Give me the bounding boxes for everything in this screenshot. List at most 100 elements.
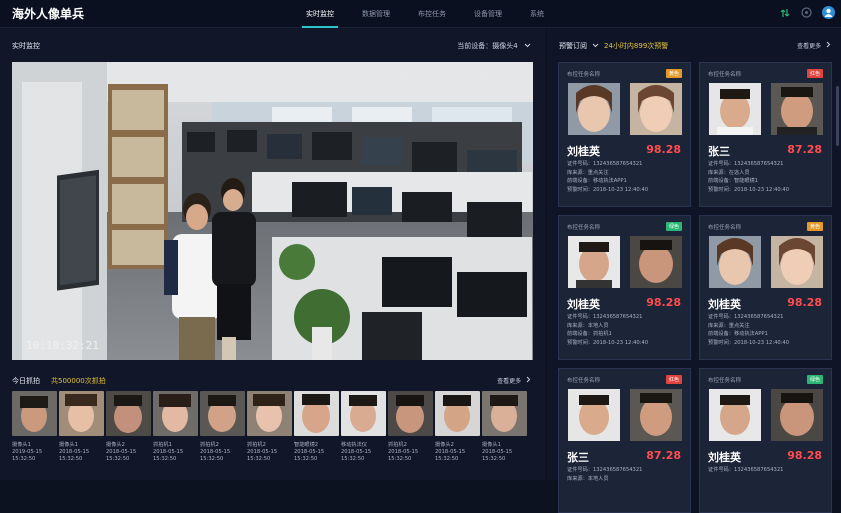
captured-face-photo [568,236,620,288]
alert-details: 证件号码：132436587654321 库来源：在逃人员 前端设备：智能眼镜1 预警… [708,161,790,193]
captures-title: 今日抓拍 [12,377,40,385]
person-name: 刘桂英 [708,451,741,464]
person-name: 刘桂英 [567,145,600,158]
capture-label: 智能眼镜2 2018-05-15 15:32:50 [294,442,325,462]
notification-icon[interactable] [800,6,813,19]
signal-icon[interactable] [778,6,791,19]
capture-thumbnail[interactable] [294,391,339,436]
reference-face-photo [771,389,823,441]
reference-face-photo [630,83,682,135]
captured-face-photo [568,389,620,441]
captures-strip [12,391,533,436]
alerts-see-more[interactable]: 查看更多 [797,41,831,50]
capture-label: 抓拍机1 2018-05-15 15:32:50 [153,442,184,462]
nav-item-data[interactable]: 数据管理 [348,0,404,28]
alerts-scrollbar[interactable] [836,86,839,146]
match-score: 98.28 [646,143,681,156]
live-video-feed[interactable]: 2018-05-15 10:16:52 10:10:32:21 [12,62,533,360]
alert-task-name: 布控任务名称 [708,225,742,231]
video-timestamp-top: 2018-05-15 10:16:52 [377,68,515,82]
alert-task-name: 布控任务名称 [567,225,601,231]
alerts-panel: 预警订阅 24小时内899次预警 查看更多 布控任务名称 黄色 刘桂英 98.2… [547,28,841,513]
alert-card[interactable]: 布控任务名称 绿色 刘桂英 98.28 证件号码：132436587654321 [699,368,832,513]
chevron-down-icon [592,43,599,48]
alert-task-name: 布控任务名称 [708,72,742,78]
app-title: 海外人像单兵 [12,7,85,21]
capture-label: 摄像头1 2019-05-15 15:32:50 [12,442,43,462]
alert-details: 证件号码：132436587654321 库来源：本地人员 [567,467,643,482]
capture-thumbnail[interactable] [435,391,480,436]
reference-face-photo [771,236,823,288]
video-timestamp-bottom: 10:10:32:21 [26,339,99,352]
alerts-title: 预警订阅 [559,42,587,50]
capture-thumbnail[interactable] [247,391,292,436]
chevron-down-icon [524,43,531,48]
main-nav: 实时监控 数据管理 布控任务 设备管理 系统 [292,0,558,28]
alert-details: 证件号码：132436587654321 [708,467,784,473]
capture-thumbnail[interactable] [388,391,433,436]
chevron-right-icon [826,41,831,48]
reference-face-photo [630,389,682,441]
capture-label: 抓拍机2 2018-05-15 15:32:50 [247,442,278,462]
person-name: 张三 [567,451,589,464]
captured-face-photo [709,236,761,288]
match-score: 87.28 [646,449,681,462]
person-name: 刘桂英 [567,298,600,311]
alert-card[interactable]: 布控任务名称 红色 张三 87.28 证件号码：132436587654321 库… [558,368,691,513]
capture-label: 摄像头2 2018-05-15 15:32:50 [106,442,137,462]
alert-card[interactable]: 布控任务名称 绿色 刘桂英 98.28 证件号码：132436587654321… [558,215,691,360]
alerts-subscription-dropdown[interactable]: 预警订阅 [559,41,599,51]
device-selector[interactable]: 当前设备：摄像头4 [457,41,531,51]
alert-level-badge: 黄色 [665,69,682,78]
top-icons [778,6,835,19]
match-score: 98.28 [787,449,822,462]
capture-label: 抓拍机2 2018-05-15 15:32:50 [200,442,231,462]
capture-thumbnail[interactable] [59,391,104,436]
capture-label: 摄像头1 2018-05-15 15:32:50 [59,442,90,462]
alert-card[interactable]: 布控任务名称 黄色 刘桂英 98.28 证件号码：132436587654321… [699,215,832,360]
captures-see-more-label: 查看更多 [497,378,522,385]
captures-count: 共500000次抓拍 [51,377,106,385]
captured-face-photo [709,389,761,441]
alert-details: 证件号码：132436587654321 库来源：本地人员 前端设备：抓拍机1 预警时… [567,314,649,346]
nav-item-system[interactable]: 系统 [516,0,558,28]
alert-task-name: 布控任务名称 [708,378,742,384]
person-name: 张三 [708,145,730,158]
captures-see-more[interactable]: 查看更多 [497,376,531,385]
reference-face-photo [771,83,823,135]
alert-task-name: 布控任务名称 [567,72,601,78]
alerts-see-more-label: 查看更多 [797,43,822,50]
nav-item-devices[interactable]: 设备管理 [460,0,516,28]
alert-level-badge: 红色 [665,375,682,384]
reference-face-photo [630,236,682,288]
match-score: 87.28 [787,143,822,156]
alert-task-name: 布控任务名称 [567,378,601,384]
capture-thumbnail[interactable] [106,391,151,436]
alert-card[interactable]: 布控任务名称 黄色 刘桂英 98.28 证件号码：132436587654321… [558,62,691,207]
capture-label: 摄像头1 2018-05-15 15:32:50 [482,442,513,462]
device-label: 当前设备：摄像头4 [457,42,518,50]
capture-thumbnail[interactable] [341,391,386,436]
capture-label: 移动执法仪 2018-05-15 15:32:50 [341,442,372,462]
alerts-count: 24小时内899次预警 [604,42,669,50]
chevron-right-icon [526,376,531,383]
alert-level-badge: 绿色 [806,375,823,384]
alert-details: 证件号码：132436587654321 库来源：重点关注 前端设备：移动执法APP… [567,161,649,193]
capture-label: 抓拍机2 2018-05-15 15:32:50 [388,442,419,462]
capture-label: 摄像头2 2018-05-15 15:32:50 [435,442,466,462]
match-score: 98.28 [787,296,822,309]
nav-item-tasks[interactable]: 布控任务 [404,0,460,28]
capture-thumbnail[interactable] [12,391,57,436]
alert-level-badge: 绿色 [665,222,682,231]
capture-thumbnail[interactable] [200,391,245,436]
capture-thumbnail[interactable] [153,391,198,436]
nav-item-live[interactable]: 实时监控 [292,0,348,28]
alert-level-badge: 黄色 [806,222,823,231]
captured-face-photo [568,83,620,135]
live-monitor-panel: 实时监控 当前设备：摄像头4 2018-05-15 10:16:52 10:10… [0,28,545,480]
alert-card[interactable]: 布控任务名称 红色 张三 87.28 证件号码：132436587654321 库… [699,62,832,207]
user-avatar-icon[interactable] [822,6,835,19]
office-scene-image [12,62,533,360]
person-name: 刘桂英 [708,298,741,311]
capture-thumbnail[interactable] [482,391,527,436]
